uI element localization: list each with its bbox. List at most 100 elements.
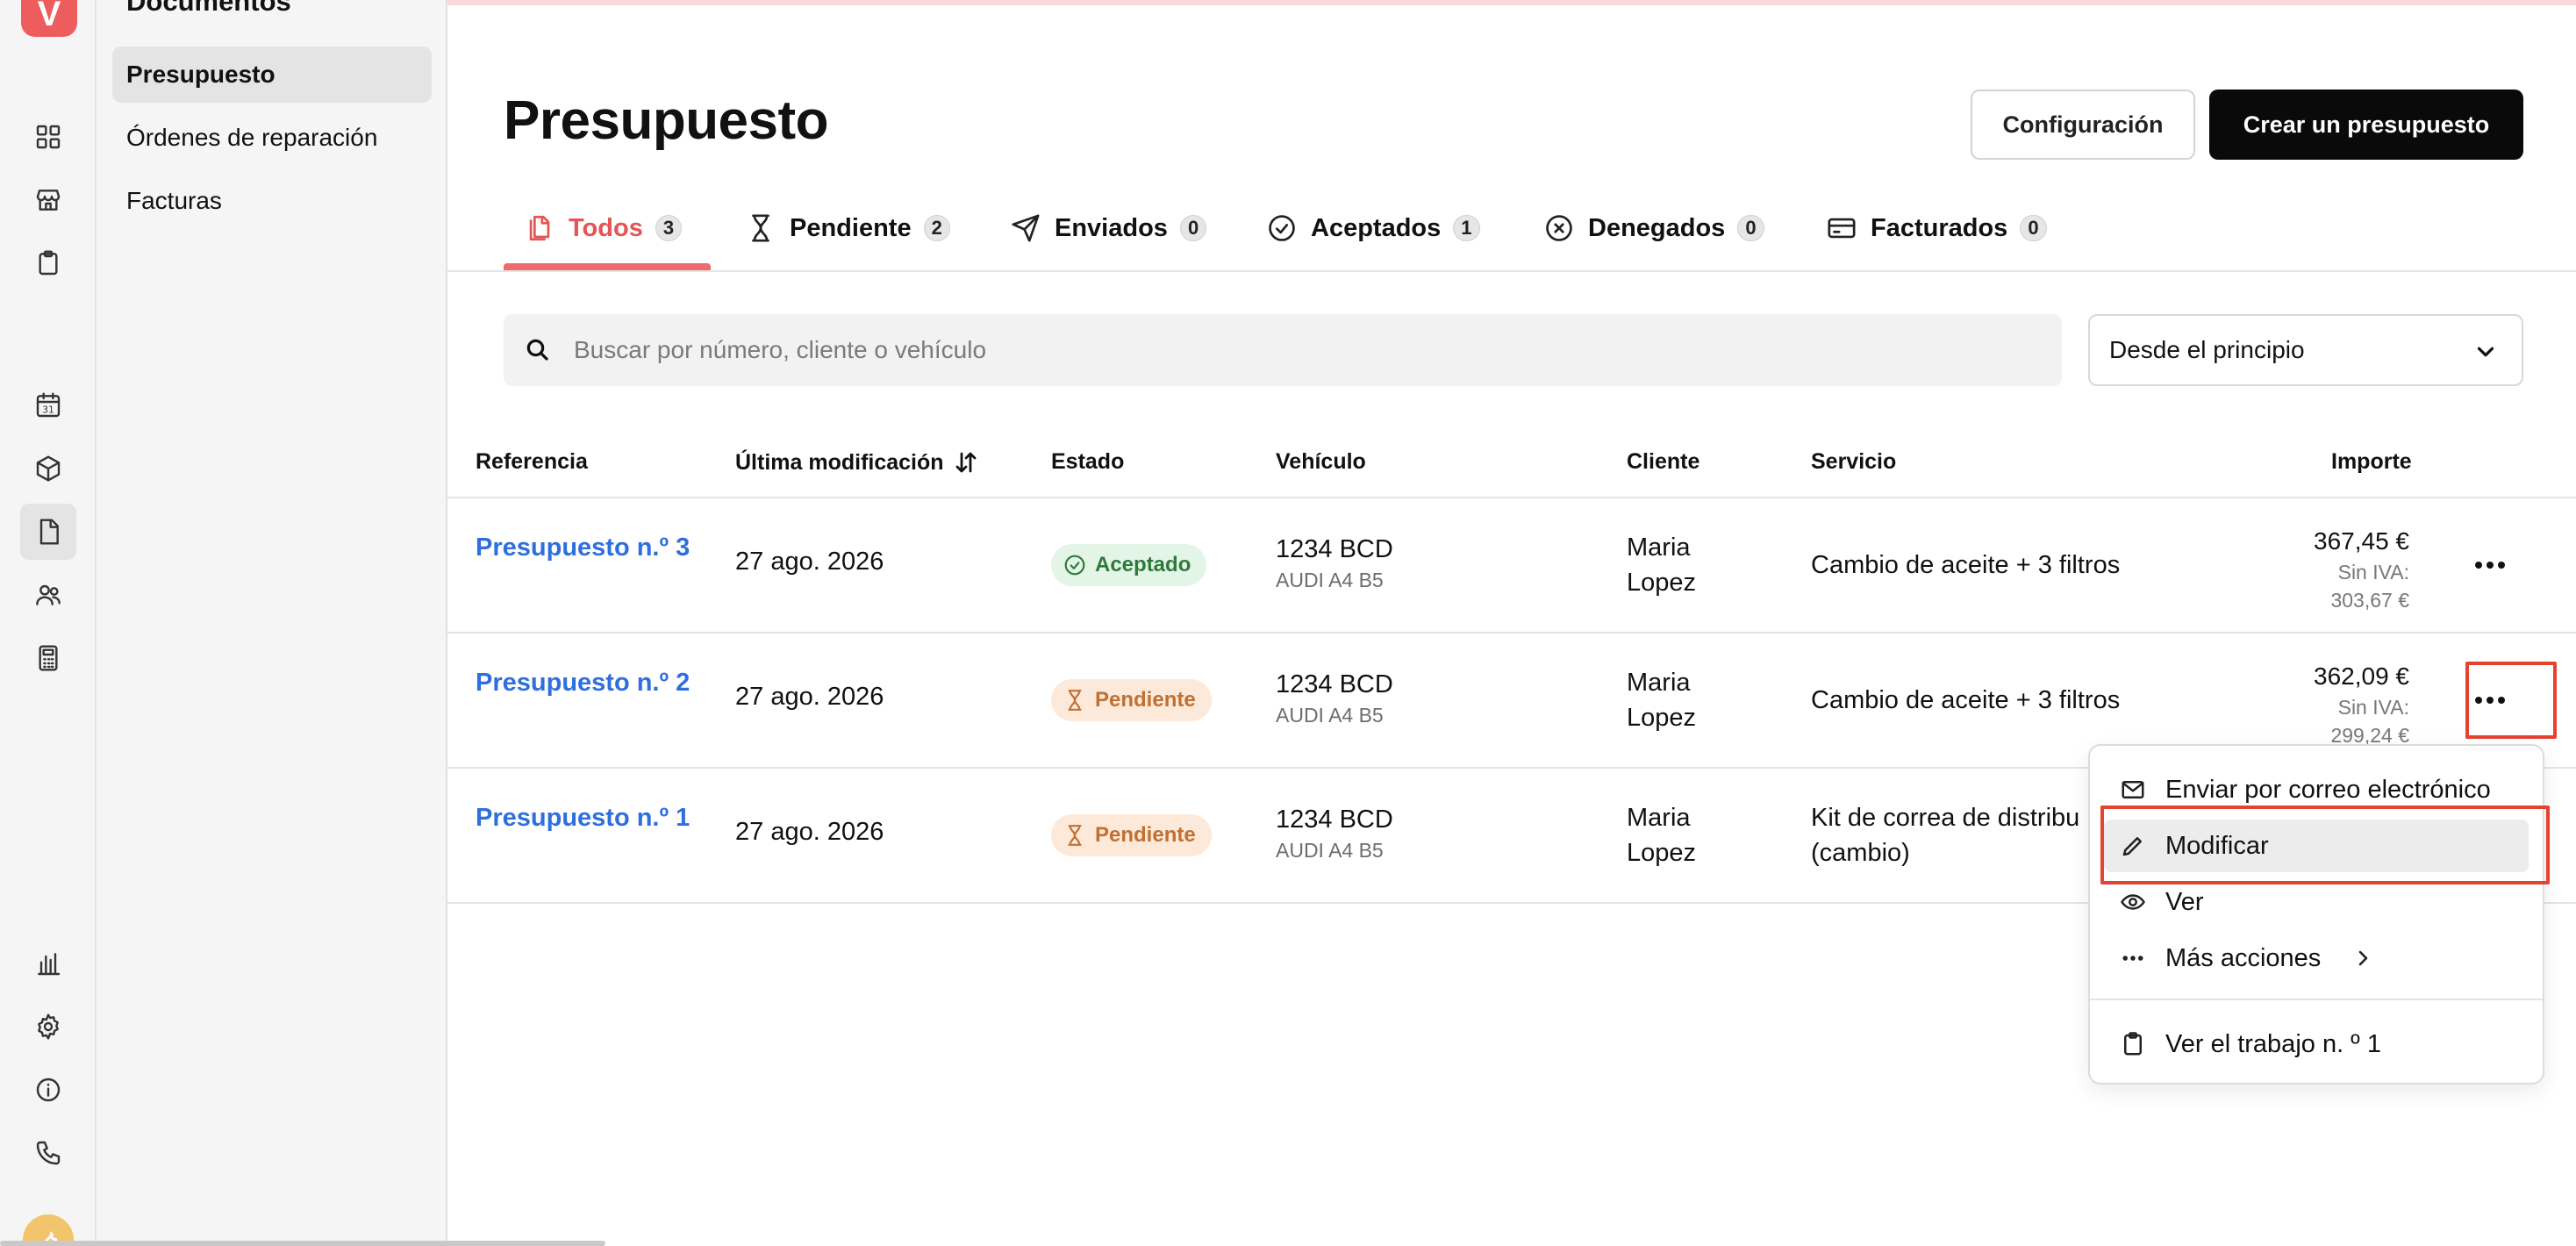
vehicle-cell: 1234 BCD AUDI A4 B5 xyxy=(1276,802,1393,863)
tab-facturados[interactable]: Facturados 0 xyxy=(1827,202,2047,254)
horizontal-scrollbar[interactable] xyxy=(0,1241,605,1246)
vehicle-model: AUDI A4 B5 xyxy=(1276,839,1384,862)
tab-todos[interactable]: Todos 3 xyxy=(525,202,683,254)
client-name: Maria Lopez xyxy=(1627,533,1697,597)
quote-link[interactable]: Presupuesto n.º 1 xyxy=(476,800,704,835)
menu-item-label: Ver xyxy=(2165,887,2204,916)
menu-item-label: Enviar por correo electrónico xyxy=(2165,775,2491,804)
service-description: Kit de correa de distribu (cambio) xyxy=(1811,804,2080,867)
table-row[interactable]: Presupuesto n.º 3 27 ago. 2026 Aceptado … xyxy=(447,498,2576,632)
menu-item-ver[interactable]: Ver xyxy=(2104,876,2529,928)
phone-icon[interactable] xyxy=(27,1132,69,1174)
pencil-icon xyxy=(2122,837,2142,856)
docs-item-label: Facturas xyxy=(126,187,222,214)
calendar-day: 31 xyxy=(42,405,54,416)
docs-item-facturas[interactable]: Facturas xyxy=(112,173,432,229)
quote-link[interactable]: Presupuesto n.º 2 xyxy=(476,665,704,700)
column-header-referencia: Referencia xyxy=(476,449,588,475)
hourglass-icon xyxy=(752,214,769,242)
modified-date: 27 ago. 2026 xyxy=(735,818,884,846)
tab-label: Pendiente xyxy=(790,213,912,242)
row-actions-button[interactable] xyxy=(2465,541,2515,590)
menu-item-ver-trabajo[interactable]: Ver el trabajo n. º 1 xyxy=(2104,1018,2529,1071)
column-header-servicio: Servicio xyxy=(1811,449,1896,475)
search-input[interactable] xyxy=(574,336,1978,364)
tab-label: Denegados xyxy=(1588,213,1726,242)
vehicle-cell: 1234 BCD AUDI A4 B5 xyxy=(1276,532,1393,593)
modified-date: 27 ago. 2026 xyxy=(735,548,884,576)
column-label: Última modificación xyxy=(735,449,944,475)
tab-enviados[interactable]: Enviados 0 xyxy=(1011,202,1207,254)
users-icon[interactable] xyxy=(27,574,69,616)
client-name: Maria Lopez xyxy=(1627,804,1697,867)
create-quote-button[interactable]: Crear un presupuesto xyxy=(2209,90,2523,160)
gear-icon[interactable] xyxy=(27,1006,69,1048)
vehicle-cell: 1234 BCD AUDI A4 B5 xyxy=(1276,667,1393,728)
status-label: Pendiente xyxy=(1095,688,1196,712)
chevron-down-icon xyxy=(2477,347,2494,357)
info-icon[interactable] xyxy=(27,1069,69,1111)
tab-denegados[interactable]: Denegados 0 xyxy=(1544,202,1764,254)
search-box xyxy=(504,314,2062,386)
column-header-importe: Importe xyxy=(2331,449,2412,475)
tab-count: 1 xyxy=(1453,215,1480,241)
icon-rail: V 31 xyxy=(0,0,97,1246)
box-icon[interactable] xyxy=(27,448,69,490)
column-label: Servicio xyxy=(1811,449,1897,474)
client-name: Maria Lopez xyxy=(1627,669,1697,732)
dashboard-icon[interactable] xyxy=(27,116,69,158)
vehicle-model: AUDI A4 B5 xyxy=(1276,569,1384,591)
documents-title: Documentos xyxy=(126,0,291,17)
tab-pendiente[interactable]: Pendiente 2 xyxy=(746,202,950,254)
quote-link[interactable]: Presupuesto n.º 3 xyxy=(476,530,704,565)
column-label: Estado xyxy=(1051,449,1125,474)
app-logo[interactable]: V xyxy=(21,0,77,37)
chart-icon[interactable] xyxy=(27,942,69,985)
top-accent-line xyxy=(447,0,2576,5)
status-badge: Aceptado xyxy=(1051,544,1207,586)
docs-item-presupuesto[interactable]: Presupuesto xyxy=(112,47,432,103)
amount-cell: 367,45 € Sin IVA: 303,67 € xyxy=(2313,525,2409,614)
shop-icon[interactable] xyxy=(27,179,69,221)
tab-count: 0 xyxy=(2020,215,2047,241)
tab-aceptados[interactable]: Aceptados 1 xyxy=(1267,202,1480,254)
column-header-ultima-modificacion[interactable]: Última modificación xyxy=(735,449,979,476)
status-label: Aceptado xyxy=(1095,553,1191,576)
check-circle-icon xyxy=(1064,555,1085,576)
docs-item-ordenes[interactable]: Órdenes de reparación xyxy=(112,110,432,166)
vehicle-plate: 1234 BCD xyxy=(1276,806,1393,834)
menu-item-modificar[interactable]: Modificar xyxy=(2104,820,2529,872)
configuracion-button[interactable]: Configuración xyxy=(1971,90,2195,160)
calculator-icon[interactable] xyxy=(27,637,69,679)
document-icon[interactable] xyxy=(20,504,76,560)
column-header-estado: Estado xyxy=(1051,449,1124,475)
menu-item-mas-acciones[interactable]: Más acciones xyxy=(2104,932,2529,985)
tab-count: 3 xyxy=(655,215,683,241)
amount-cell: 362,09 € Sin IVA: 299,24 € xyxy=(2313,660,2409,749)
calendar-icon[interactable]: 31 xyxy=(27,384,69,426)
clipboard-icon[interactable] xyxy=(27,242,69,284)
menu-item-send-email[interactable]: Enviar por correo electrónico xyxy=(2104,763,2529,816)
amount-total: 362,09 € xyxy=(2314,662,2409,690)
amount-net: Sin IVA: 299,24 € xyxy=(2330,696,2409,747)
column-header-cliente: Cliente xyxy=(1627,449,1699,475)
amount-total: 367,45 € xyxy=(2314,527,2409,555)
search-icon xyxy=(526,339,548,361)
row-actions-menu: Enviar por correo electrónico Modificar … xyxy=(2088,744,2544,1085)
row-actions-button-open[interactable] xyxy=(2465,676,2515,725)
send-icon xyxy=(1012,214,1040,242)
sort-icon[interactable] xyxy=(953,449,979,476)
hourglass-icon xyxy=(1068,690,1082,711)
clipboard-icon xyxy=(2124,1032,2142,1056)
documents-icon xyxy=(529,215,550,241)
column-label: Importe xyxy=(2331,449,2412,474)
docs-item-label: Presupuesto xyxy=(126,61,275,88)
period-select[interactable]: Desde el principio xyxy=(2088,314,2523,386)
logo-letter: V xyxy=(37,0,61,33)
modified-date: 27 ago. 2026 xyxy=(735,683,884,711)
docs-item-label: Órdenes de reparación xyxy=(126,124,378,151)
ellipsis-icon xyxy=(2122,956,2143,961)
credit-card-icon xyxy=(1828,218,1856,239)
ellipsis-icon xyxy=(2475,697,2505,704)
active-tab-indicator xyxy=(504,263,711,270)
